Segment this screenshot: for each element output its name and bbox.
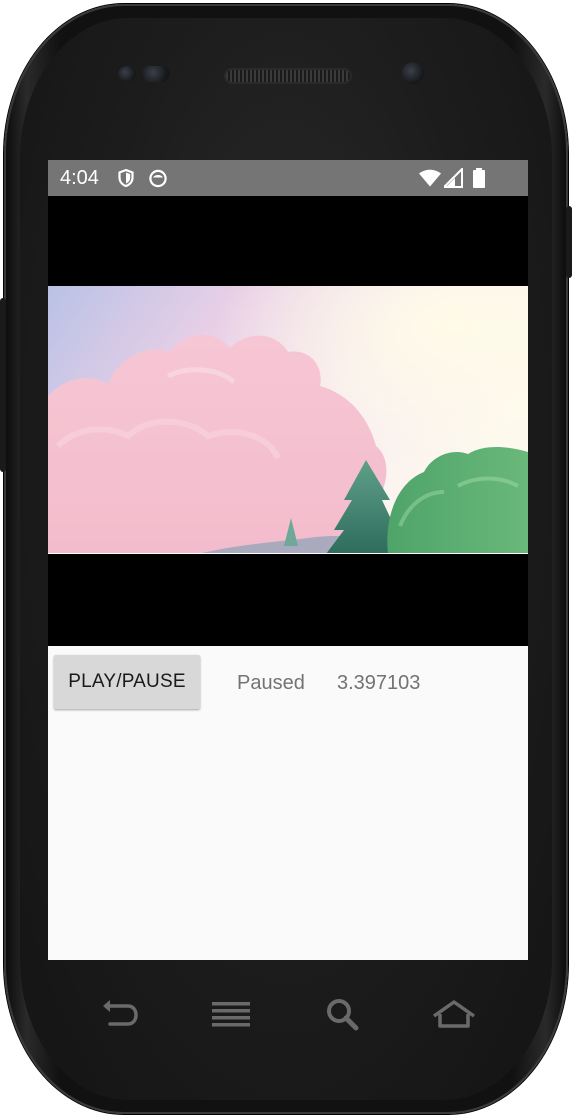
device-screen: 4:04 PLAY/PAUSE Paused 3.397103 (48, 160, 528, 960)
volume-button (0, 298, 6, 472)
play-pause-button[interactable]: PLAY/PAUSE (54, 655, 200, 709)
video-frame (48, 286, 528, 554)
status-bar: 4:04 (48, 160, 528, 196)
earpiece-speaker (224, 68, 352, 84)
controls-panel: PLAY/PAUSE Paused 3.397103 (48, 646, 528, 960)
power-button (566, 206, 572, 278)
playback-position-text: 3.397103 (337, 672, 421, 694)
back-icon[interactable] (96, 994, 144, 1038)
light-sensor (142, 66, 170, 82)
video-view[interactable] (48, 196, 528, 646)
search-icon[interactable] (322, 994, 370, 1038)
signal-icon (441, 166, 464, 188)
shield-icon (116, 168, 136, 188)
home-icon[interactable] (430, 994, 478, 1038)
wifi-icon (418, 168, 442, 188)
menu-icon[interactable] (210, 994, 258, 1038)
status-time: 4:04 (60, 167, 99, 189)
battery-icon (472, 168, 486, 188)
front-camera (402, 62, 424, 84)
app-notification-icon (148, 168, 168, 188)
proximity-sensor (118, 66, 136, 82)
playback-state-text: Paused (237, 672, 305, 694)
